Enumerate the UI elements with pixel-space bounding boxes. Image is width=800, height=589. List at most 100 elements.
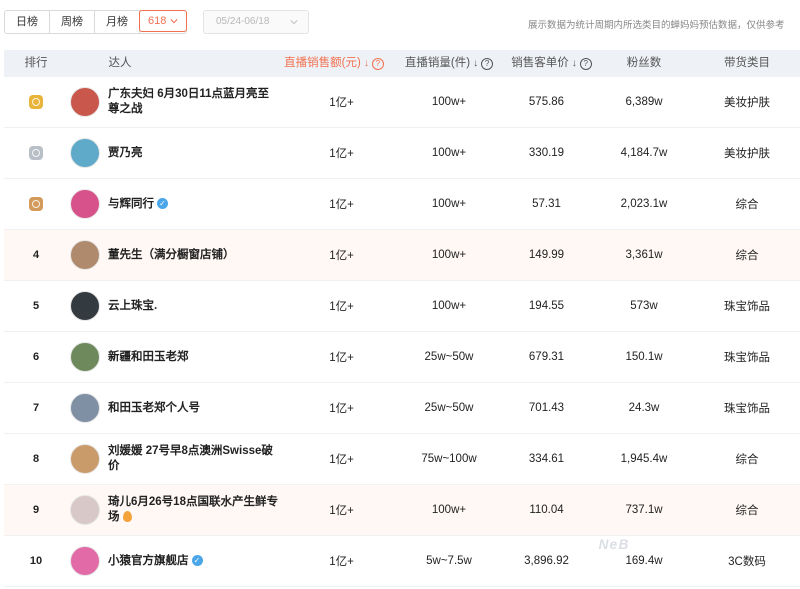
header-rank-label: 排行 xyxy=(24,57,48,69)
talent-cell[interactable]: 和田玉老郑个人号 xyxy=(70,383,300,433)
sort-arrow-icon: ↓ xyxy=(571,58,577,69)
rank-cell xyxy=(4,77,68,127)
sales-amount: 1亿+ xyxy=(329,148,354,160)
avatar[interactable] xyxy=(70,189,100,219)
header-fans: 粉丝数 xyxy=(594,50,694,77)
avatar[interactable] xyxy=(70,240,100,270)
rank-number: 10 xyxy=(29,555,43,567)
talent-cell[interactable]: 新疆和田玉老郑 xyxy=(70,332,300,382)
table-row[interactable]: 6 新疆和田玉老郑 1亿+ 25w~50w 679.31 150.1w 珠宝饰品 xyxy=(4,332,800,383)
header-unit-price[interactable]: 销售客单价 ↓ ? xyxy=(504,50,599,77)
category: 3C数码 xyxy=(728,556,766,568)
fans-count: 4,184.7w xyxy=(620,147,668,159)
rank-cell: 7 xyxy=(4,383,68,433)
rank-cell: 8 xyxy=(4,434,68,484)
header-rank: 排行 xyxy=(4,50,68,77)
rank-number: 4 xyxy=(32,249,40,261)
avatar[interactable] xyxy=(70,546,100,576)
talent-name[interactable]: 刘媛媛 27号早8点澳洲Swisse破价 xyxy=(108,444,278,474)
header-sales-volume[interactable]: 直播销量(件) ↓ ? xyxy=(394,50,504,77)
table-row[interactable]: 与辉同行 ✓ 1亿+ 100w+ 57.31 2,023.1w 综合 xyxy=(4,179,800,230)
avatar[interactable] xyxy=(70,393,100,423)
table-row[interactable]: 贾乃亮 1亿+ 100w+ 330.19 4,184.7w 美妆护肤 xyxy=(4,128,800,179)
rank-cell: 6 xyxy=(4,332,68,382)
ranking-toolbar: 日榜 周榜 月榜 618 05/24-06/18 展示数据为统计周期内所选类目的… xyxy=(0,8,800,36)
help-icon[interactable]: ? xyxy=(371,57,384,70)
header-category: 带货类目 xyxy=(694,50,800,77)
talent-name[interactable]: 新疆和田玉老郑 xyxy=(108,350,278,365)
rank-medal-icon xyxy=(29,146,43,160)
date-range-select[interactable]: 05/24-06/18 xyxy=(203,10,309,34)
talent-name-text: 小猿官方旗舰店 xyxy=(108,554,189,567)
talent-name[interactable]: 广东夫妇 6月30日11点蓝月亮至尊之战 xyxy=(108,87,278,117)
talent-name[interactable]: 云上珠宝. xyxy=(108,299,278,314)
tab-weekly[interactable]: 周榜 xyxy=(50,11,95,33)
talent-cell[interactable]: 琦儿6月26号18点国联水产生鲜专场 xyxy=(70,485,300,535)
talent-name-text: 刘媛媛 27号早8点澳洲Swisse破价 xyxy=(108,445,273,472)
avatar[interactable] xyxy=(70,87,100,117)
category: 综合 xyxy=(735,505,759,517)
unit-price: 57.31 xyxy=(532,198,561,210)
talent-name[interactable]: 贾乃亮 xyxy=(108,146,278,161)
table-row[interactable]: 8 刘媛媛 27号早8点澳洲Swisse破价 1亿+ 75w~100w 334.61 1,… xyxy=(4,434,800,485)
header-sales-amount[interactable]: 直播销售额(元) ↓ ? xyxy=(279,50,389,77)
rank-medal-icon xyxy=(29,95,43,109)
tab-618[interactable]: 618 xyxy=(139,10,188,32)
unit-price: 3,896.92 xyxy=(524,555,569,567)
table-row[interactable]: 4 董先生（满分橱窗店铺） 1亿+ 100w+ 149.99 3,361w 综合 xyxy=(4,230,800,281)
rank-number: 9 xyxy=(32,504,40,516)
unit-price: 330.19 xyxy=(528,147,565,159)
sales-amount: 1亿+ xyxy=(329,199,354,211)
sales-volume: 25w~50w xyxy=(424,402,474,414)
help-icon[interactable]: ? xyxy=(579,57,592,70)
talent-name[interactable]: 和田玉老郑个人号 xyxy=(108,401,278,416)
unit-price: 110.04 xyxy=(529,504,564,516)
avatar[interactable] xyxy=(70,342,100,372)
rank-number: 8 xyxy=(32,453,40,465)
tab-monthly[interactable]: 月榜 xyxy=(95,11,140,33)
talent-cell[interactable]: 董先生（满分橱窗店铺） xyxy=(70,230,300,280)
table-row[interactable]: 7 和田玉老郑个人号 1亿+ 25w~50w 701.43 24.3w 珠宝饰品 xyxy=(4,383,800,434)
unit-price: 679.31 xyxy=(528,351,565,363)
category: 珠宝饰品 xyxy=(724,301,770,313)
flame-icon xyxy=(122,511,132,523)
help-icon[interactable]: ? xyxy=(481,57,494,70)
talent-cell[interactable]: 刘媛媛 27号早8点澳洲Swisse破价 xyxy=(70,434,300,484)
sales-volume: 100w+ xyxy=(431,198,467,210)
avatar[interactable] xyxy=(70,444,100,474)
table-row[interactable]: 10 小猿官方旗舰店 ✓ 1亿+ 5w~7.5w 3,896.92 169.4w 3C数码 xyxy=(4,536,800,587)
sort-arrow-icon: ↓ xyxy=(363,58,369,69)
talent-cell[interactable]: 与辉同行 ✓ xyxy=(70,179,300,229)
avatar[interactable] xyxy=(70,291,100,321)
category: 美妆护肤 xyxy=(724,148,770,160)
table-row[interactable]: 广东夫妇 6月30日11点蓝月亮至尊之战 1亿+ 100w+ 575.86 6,389w… xyxy=(4,77,800,128)
table-row[interactable]: 5 云上珠宝. 1亿+ 100w+ 194.55 573w 珠宝饰品 xyxy=(4,281,800,332)
category: 珠宝饰品 xyxy=(724,403,770,415)
talent-cell[interactable]: 贾乃亮 xyxy=(70,128,300,178)
talent-name-text: 贾乃亮 xyxy=(108,146,143,159)
header-talent: 达人 xyxy=(70,50,170,77)
talent-name[interactable]: 董先生（满分橱窗店铺） xyxy=(108,248,278,263)
talent-cell[interactable]: 云上珠宝. xyxy=(70,281,300,331)
header-fans-label: 粉丝数 xyxy=(626,57,662,69)
table-row[interactable]: 9 琦儿6月26号18点国联水产生鲜专场 1亿+ 100w+ 110.04 737.1w 综… xyxy=(4,485,800,536)
rank-cell: 9 xyxy=(4,485,68,535)
unit-price: 194.55 xyxy=(528,300,565,312)
data-notice: 展示数据为统计周期内所选类目的蝉妈妈预估数据，仅供参考 xyxy=(528,20,785,31)
sales-volume: 5w~7.5w xyxy=(426,555,472,567)
tab-daily[interactable]: 日榜 xyxy=(5,11,50,33)
category: 综合 xyxy=(735,454,759,466)
avatar[interactable] xyxy=(70,138,100,168)
talent-cell[interactable]: 小猿官方旗舰店 ✓ xyxy=(70,536,300,586)
talent-name[interactable]: 琦儿6月26号18点国联水产生鲜专场 xyxy=(108,495,278,525)
talent-name[interactable]: 小猿官方旗舰店 ✓ xyxy=(108,554,278,569)
unit-price: 334.61 xyxy=(528,453,565,465)
fans-count: 24.3w xyxy=(628,402,660,414)
talent-cell[interactable]: 广东夫妇 6月30日11点蓝月亮至尊之战 xyxy=(70,77,300,127)
verified-icon: ✓ xyxy=(191,554,203,566)
talent-name[interactable]: 与辉同行 ✓ xyxy=(108,197,278,212)
avatar[interactable] xyxy=(70,495,100,525)
sort-arrow-icon: ↓ xyxy=(473,58,479,69)
sales-amount: 1亿+ xyxy=(329,556,354,568)
rank-medal-icon xyxy=(29,197,43,211)
